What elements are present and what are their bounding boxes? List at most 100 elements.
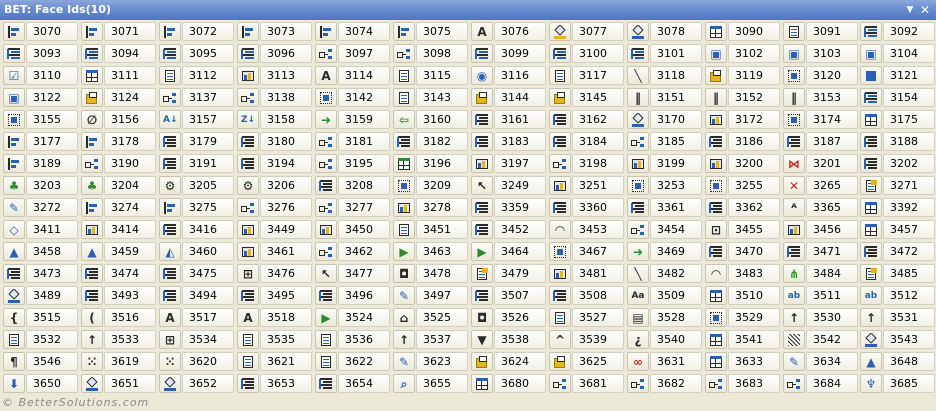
face-id-button[interactable]: [705, 374, 727, 393]
face-id-button[interactable]: ⁙: [81, 352, 103, 371]
face-id-button[interactable]: [81, 66, 103, 85]
face-id-button[interactable]: [627, 198, 649, 217]
face-id-button[interactable]: (: [81, 308, 103, 327]
face-id-button[interactable]: ╲: [627, 264, 649, 283]
face-id-button[interactable]: A: [159, 308, 181, 327]
face-id-button[interactable]: ◠: [705, 264, 727, 283]
face-id-button[interactable]: [549, 242, 571, 261]
face-id-button[interactable]: [783, 220, 805, 239]
face-id-button[interactable]: ⊡: [705, 220, 727, 239]
face-id-button[interactable]: ᴬ: [783, 198, 805, 217]
face-id-button[interactable]: ✎: [783, 352, 805, 371]
face-id-button[interactable]: [783, 132, 805, 151]
face-id-button[interactable]: [237, 352, 259, 371]
face-id-button[interactable]: ^: [549, 330, 571, 349]
face-id-button[interactable]: ⚙: [237, 176, 259, 195]
face-id-button[interactable]: [705, 330, 727, 349]
face-id-button[interactable]: A↓: [159, 110, 181, 129]
face-id-button[interactable]: [159, 220, 181, 239]
face-id-button[interactable]: [393, 198, 415, 217]
face-id-button[interactable]: [81, 264, 103, 283]
face-id-button[interactable]: [549, 44, 571, 63]
face-id-button[interactable]: [471, 88, 493, 107]
face-id-button[interactable]: [237, 154, 259, 173]
face-id-button[interactable]: [860, 330, 882, 349]
face-id-button[interactable]: [159, 88, 181, 107]
face-id-button[interactable]: [237, 44, 259, 63]
face-id-button[interactable]: [237, 132, 259, 151]
face-id-button[interactable]: ▶: [471, 242, 493, 261]
face-id-button[interactable]: [549, 286, 571, 305]
face-id-button[interactable]: ¿: [627, 330, 649, 349]
face-id-button[interactable]: [3, 330, 25, 349]
face-id-button[interactable]: [159, 198, 181, 217]
face-id-button[interactable]: [315, 176, 337, 195]
face-id-button[interactable]: ✎: [3, 198, 25, 217]
face-id-button[interactable]: [471, 198, 493, 217]
face-id-button[interactable]: [315, 44, 337, 63]
face-id-button[interactable]: ▶: [393, 242, 415, 261]
face-id-button[interactable]: [471, 220, 493, 239]
face-id-button[interactable]: [783, 110, 805, 129]
face-id-button[interactable]: [705, 242, 727, 261]
face-id-button[interactable]: [705, 110, 727, 129]
face-id-button[interactable]: [860, 198, 882, 217]
face-id-button[interactable]: [471, 352, 493, 371]
face-id-button[interactable]: [315, 286, 337, 305]
face-id-button[interactable]: [393, 154, 415, 173]
face-id-button[interactable]: [315, 374, 337, 393]
face-id-button[interactable]: A: [315, 66, 337, 85]
face-id-button[interactable]: [159, 374, 181, 393]
face-id-button[interactable]: ✕: [783, 176, 805, 195]
face-id-button[interactable]: ‖: [783, 88, 805, 107]
face-id-button[interactable]: [3, 22, 25, 41]
face-id-button[interactable]: ab: [783, 286, 805, 305]
face-id-button[interactable]: ◠: [549, 220, 571, 239]
face-id-button[interactable]: ⇦: [393, 110, 415, 129]
face-id-button[interactable]: [159, 44, 181, 63]
face-id-button[interactable]: ✎: [393, 286, 415, 305]
face-id-button[interactable]: [81, 88, 103, 107]
face-id-button[interactable]: ➜: [315, 110, 337, 129]
menu-arrow-icon[interactable]: ▼: [904, 0, 916, 20]
face-id-button[interactable]: [627, 44, 649, 63]
face-id-button[interactable]: ‖: [705, 88, 727, 107]
face-id-button[interactable]: [237, 88, 259, 107]
face-id-button[interactable]: ♣: [81, 176, 103, 195]
face-id-button[interactable]: [549, 308, 571, 327]
face-id-button[interactable]: [471, 110, 493, 129]
face-id-button[interactable]: [471, 154, 493, 173]
face-id-button[interactable]: [705, 286, 727, 305]
face-id-button[interactable]: [549, 374, 571, 393]
face-id-button[interactable]: [471, 132, 493, 151]
face-id-button[interactable]: ▣: [860, 44, 882, 63]
face-id-button[interactable]: ☑: [3, 66, 25, 85]
face-id-button[interactable]: ▲: [3, 242, 25, 261]
face-id-button[interactable]: ⋔: [783, 264, 805, 283]
face-id-button[interactable]: [393, 66, 415, 85]
face-id-button[interactable]: [860, 110, 882, 129]
face-id-button[interactable]: ab: [860, 286, 882, 305]
face-id-button[interactable]: [81, 22, 103, 41]
face-id-button[interactable]: ◘: [471, 308, 493, 327]
face-id-button[interactable]: [705, 154, 727, 173]
face-id-button[interactable]: ◉: [471, 66, 493, 85]
face-id-button[interactable]: [705, 132, 727, 151]
close-icon[interactable]: ✕: [918, 0, 932, 20]
face-id-button[interactable]: [471, 264, 493, 283]
face-id-button[interactable]: [159, 264, 181, 283]
face-id-button[interactable]: ⊞: [237, 264, 259, 283]
face-id-button[interactable]: [627, 22, 649, 41]
face-id-button[interactable]: [81, 374, 103, 393]
face-id-button[interactable]: [471, 44, 493, 63]
face-id-button[interactable]: [627, 154, 649, 173]
face-id-button[interactable]: [315, 220, 337, 239]
face-id-button[interactable]: [783, 22, 805, 41]
face-id-button[interactable]: [315, 242, 337, 261]
face-id-button[interactable]: [549, 352, 571, 371]
face-id-button[interactable]: [237, 330, 259, 349]
face-id-button[interactable]: [3, 132, 25, 151]
face-id-button[interactable]: ‖: [627, 88, 649, 107]
face-id-button[interactable]: [237, 22, 259, 41]
face-id-button[interactable]: [549, 66, 571, 85]
